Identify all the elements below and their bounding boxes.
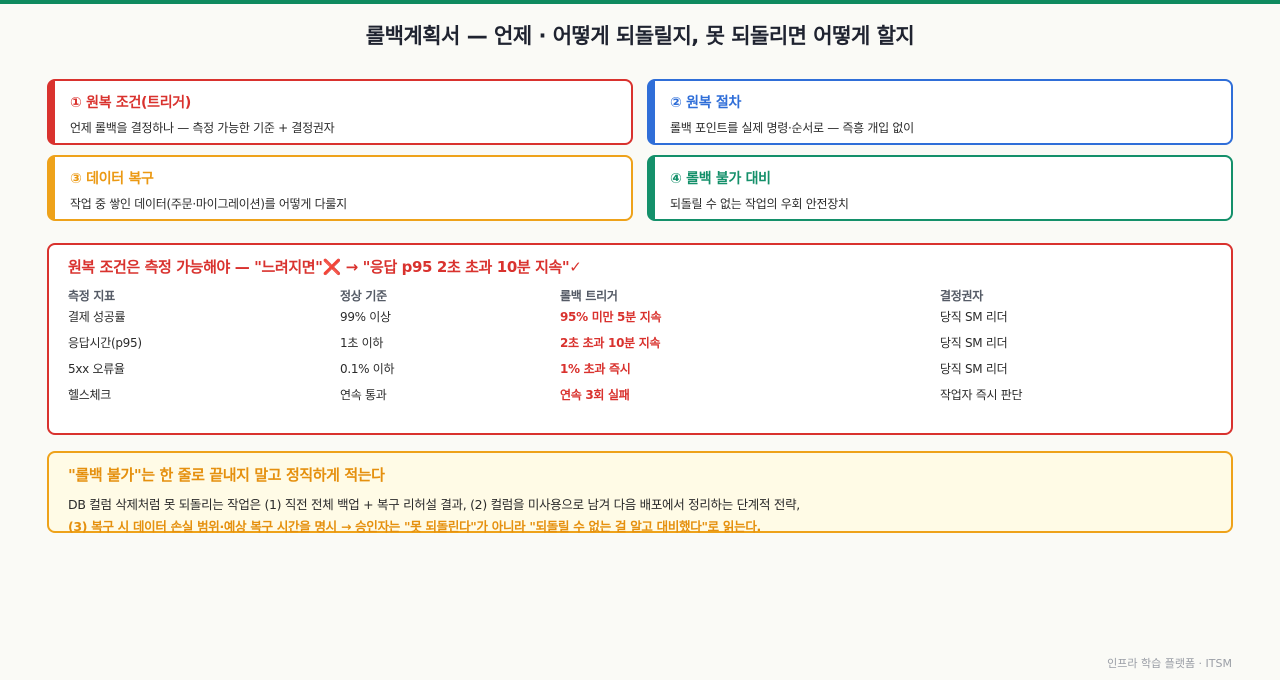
footer-brand: 인프라 학습 플랫폼 · ITSM xyxy=(1107,657,1232,670)
top-accent-bar xyxy=(0,0,1280,4)
table-cell-trigger: 1% 초과 즉시 xyxy=(560,362,631,376)
card-title: ① 원복 조건(트리거) xyxy=(70,95,191,111)
rollback-criteria-panel: 원복 조건은 측정 가능해야 — "느려지면"❌ → "응답 p95 2초 초과… xyxy=(47,243,1233,435)
no-rollback-note-panel: "롤백 불가"는 한 줄로 끝내지 말고 정직하게 적는다 DB 컬럼 삭제처럼… xyxy=(47,451,1233,534)
table-cell: 당직 SM 리더 xyxy=(940,362,1008,376)
table-header-trigger: 롤백 트리거 xyxy=(560,289,618,303)
table-cell-trigger: 95% 미만 5분 지속 xyxy=(560,310,662,324)
table-header-metric: 측정 지표 xyxy=(68,289,115,303)
card-title: ③ 데이터 복구 xyxy=(70,171,154,187)
table-cell-trigger: 2초 초과 10분 지속 xyxy=(560,336,661,350)
table-cell: 헬스체크 xyxy=(68,388,111,402)
card-desc: 언제 롤백을 결정하나 — 측정 가능한 기준 + 결정권자 xyxy=(70,121,335,135)
card-data-recovery: ③ 데이터 복구 작업 중 쌓인 데이터(주문·마이그레이션)를 어떻게 다룰지 xyxy=(47,155,633,221)
card-desc: 작업 중 쌓인 데이터(주문·마이그레이션)를 어떻게 다룰지 xyxy=(70,197,347,211)
card-title: ④ 롤백 불가 대비 xyxy=(670,171,771,187)
table-cell: 결제 성공률 xyxy=(68,310,126,324)
note-body: DB 컬럼 삭제처럼 못 되돌리는 작업은 (1) 직전 전체 백업 + 복구 … xyxy=(68,497,800,512)
card-no-rollback-plan: ④ 롤백 불가 대비 되돌릴 수 없는 작업의 우회 안전장치 xyxy=(647,155,1233,221)
card-rollback-trigger: ① 원복 조건(트리거) 언제 롤백을 결정하나 — 측정 가능한 기준 + 결… xyxy=(47,79,633,145)
table-cell: 5xx 오류율 xyxy=(68,362,125,376)
card-rollback-procedure: ② 원복 절차 롤백 포인트를 실제 명령·순서로 — 즉흥 개입 없이 xyxy=(647,79,1233,145)
card-title: ② 원복 절차 xyxy=(670,95,742,111)
table-cell-trigger: 연속 3회 실패 xyxy=(560,388,630,402)
table-header-owner: 결정권자 xyxy=(940,289,983,303)
table-cell: 연속 통과 xyxy=(340,388,387,402)
table-cell: 당직 SM 리더 xyxy=(940,310,1008,324)
table-cell: 응답시간(p95) xyxy=(68,336,142,350)
criteria-title: 원복 조건은 측정 가능해야 — "느려지면"❌ → "응답 p95 2초 초과… xyxy=(68,258,582,276)
table-cell: 당직 SM 리더 xyxy=(940,336,1008,350)
table-cell: 1초 이하 xyxy=(340,336,384,350)
note-title: "롤백 불가"는 한 줄로 끝내지 말고 정직하게 적는다 xyxy=(68,466,385,484)
table-cell: 99% 이상 xyxy=(340,310,391,324)
note-emphasis: (3) 복구 시 데이터 손실 범위·예상 복구 시간을 명시 → 승인자는 "… xyxy=(68,519,761,534)
page-title: 롤백계획서 — 언제 · 어떻게 되돌릴지, 못 되돌리면 어떻게 할지 xyxy=(365,24,915,48)
table-header-normal: 정상 기준 xyxy=(340,289,387,303)
card-desc: 롤백 포인트를 실제 명령·순서로 — 즉흥 개입 없이 xyxy=(670,121,914,135)
card-desc: 되돌릴 수 없는 작업의 우회 안전장치 xyxy=(670,197,849,211)
table-cell: 0.1% 이하 xyxy=(340,362,395,376)
table-cell: 작업자 즉시 판단 xyxy=(940,388,1023,402)
